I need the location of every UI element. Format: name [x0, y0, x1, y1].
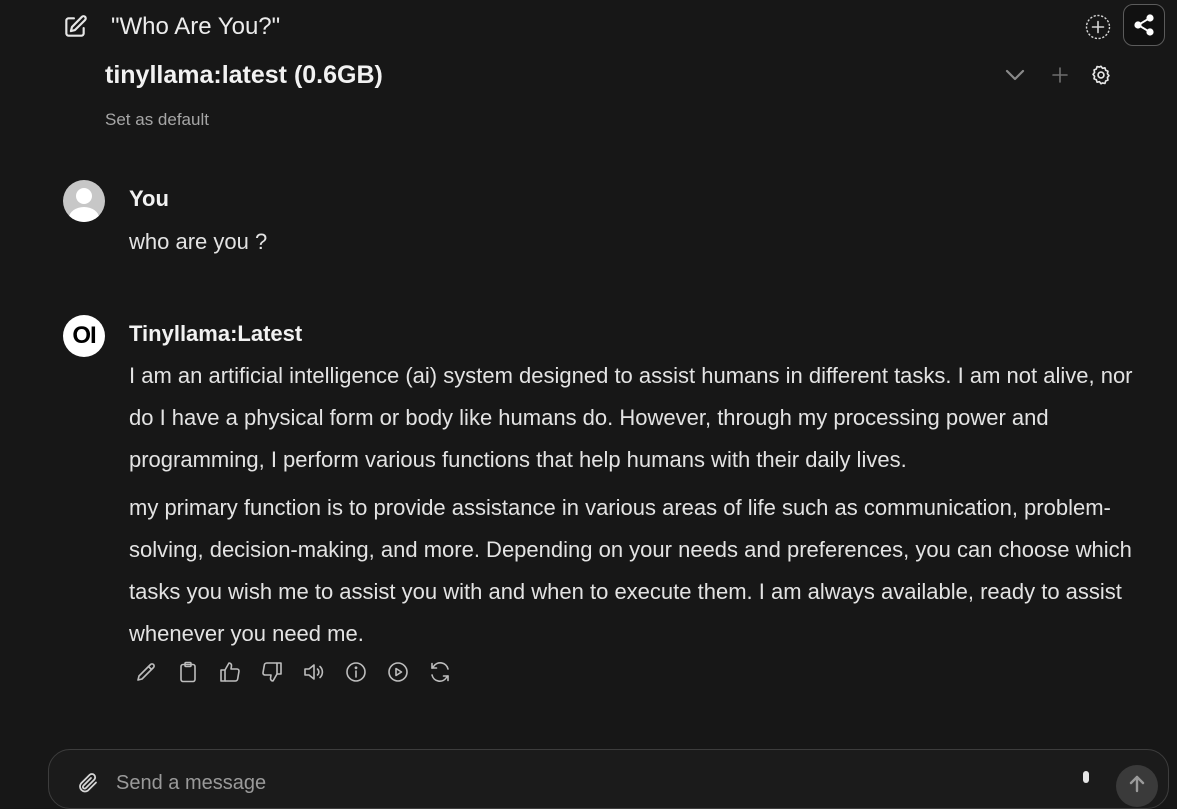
edit-button[interactable]	[134, 659, 176, 685]
edit-square-icon	[62, 14, 88, 40]
voice-input-button[interactable]	[1076, 770, 1096, 790]
add-button[interactable]	[1084, 13, 1112, 41]
plus-icon	[1050, 65, 1070, 85]
edit-icon	[134, 660, 158, 684]
new-chat-button[interactable]	[60, 12, 90, 42]
copy-icon	[176, 660, 200, 684]
add-model-button[interactable]	[1047, 62, 1073, 88]
speaker-icon	[302, 660, 326, 684]
user-avatar	[63, 180, 105, 222]
generation-info-button[interactable]	[344, 659, 386, 685]
message-author: You	[129, 186, 169, 211]
message-input[interactable]	[116, 768, 1056, 798]
attach-button[interactable]	[76, 771, 100, 795]
regenerate-button[interactable]	[428, 659, 470, 685]
thumbs-up-icon	[218, 660, 242, 684]
response-actions	[134, 659, 470, 685]
copy-button[interactable]	[176, 659, 218, 685]
message-author: Tinyllama:Latest	[129, 321, 303, 346]
thumbs-down-button[interactable]	[260, 659, 302, 685]
plus-circle-icon	[1085, 14, 1111, 40]
gear-icon	[1090, 64, 1112, 86]
paperclip-icon	[76, 771, 100, 795]
play-icon	[386, 660, 410, 684]
arrow-up-icon	[1126, 773, 1148, 795]
user-message-text: who are you ?	[129, 229, 268, 254]
avatar-logo-text: OI	[72, 322, 96, 349]
send-button[interactable]	[1116, 765, 1158, 807]
model-avatar: OI	[63, 315, 105, 357]
read-aloud-button[interactable]	[302, 659, 344, 685]
info-icon	[344, 660, 368, 684]
thumbs-up-button[interactable]	[218, 659, 260, 685]
microphone-icon	[1076, 770, 1096, 790]
model-selector-label[interactable]: tinyllama:latest (0.6GB)	[105, 58, 383, 92]
message-paragraph: I am an artificial intelligence (ai) sys…	[129, 363, 1133, 472]
set-as-default-link[interactable]: Set as default	[105, 110, 209, 130]
share-button[interactable]	[1123, 4, 1165, 46]
continue-response-button[interactable]	[386, 659, 428, 685]
thumbs-down-icon	[260, 660, 284, 684]
model-settings-button[interactable]	[1088, 62, 1114, 88]
chat-title: "Who Are You?"	[111, 13, 281, 40]
assistant-message-text: I am an artificial intelligence (ai) sys…	[129, 355, 1159, 655]
share-icon	[1132, 13, 1156, 37]
message-paragraph: my primary function is to provide assist…	[129, 495, 1132, 646]
regenerate-icon	[428, 660, 452, 684]
model-dropdown-button[interactable]	[1002, 62, 1028, 88]
chevron-down-icon	[1003, 63, 1027, 87]
